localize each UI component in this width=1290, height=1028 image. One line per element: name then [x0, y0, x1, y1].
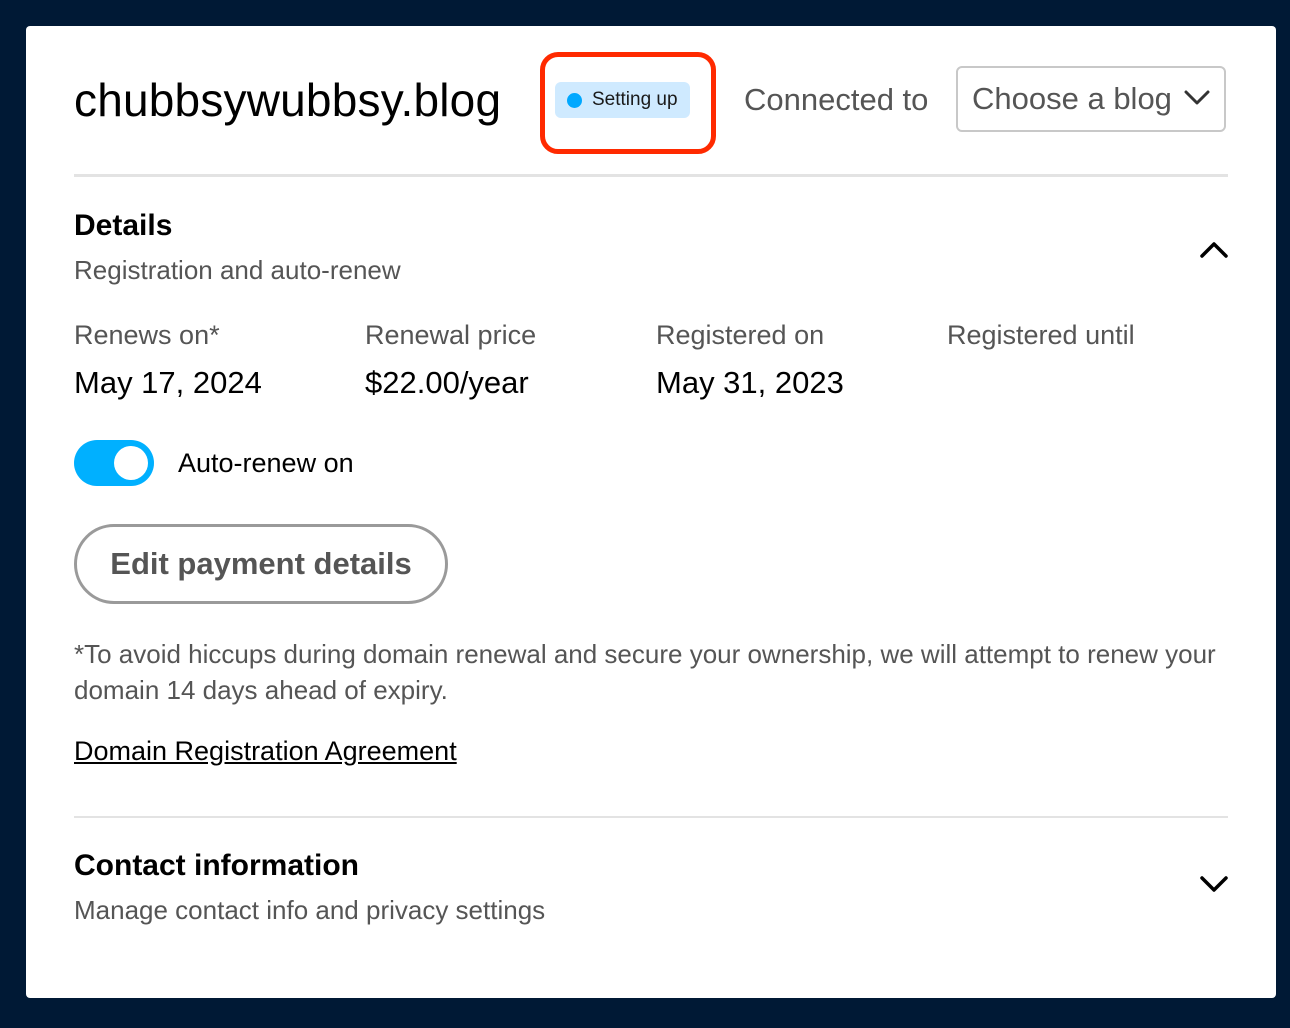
- registered-until-field: Registered until: [947, 318, 1135, 364]
- renewal-price-value: $22.00/year: [365, 365, 529, 400]
- chevron-down-icon: [1184, 90, 1210, 105]
- connected-to-label: Connected to: [744, 82, 929, 117]
- auto-renew-toggle[interactable]: [74, 440, 154, 486]
- auto-renew-row: Auto-renew on: [74, 440, 354, 486]
- registered-on-label: Registered on: [656, 320, 825, 350]
- contact-info-expand-button[interactable]: [1194, 864, 1234, 904]
- toggle-knob: [114, 446, 148, 480]
- domain-registration-agreement-link[interactable]: Domain Registration Agreement: [74, 736, 457, 767]
- header-divider: [74, 174, 1228, 177]
- renewal-price-label: Renewal price: [365, 320, 537, 350]
- contact-info-title: Contact information: [74, 849, 359, 882]
- renewal-price-field: Renewal price $22.00/year: [365, 318, 536, 402]
- domain-panel: chubbsywubbsy.blog Setting up Connected …: [26, 26, 1276, 998]
- blog-select[interactable]: Choose a blog: [956, 66, 1226, 132]
- chevron-down-icon: [1200, 876, 1228, 892]
- blog-select-value: Choose a blog: [972, 81, 1172, 116]
- auto-renew-label: Auto-renew on: [178, 447, 354, 478]
- status-dot-icon: [567, 92, 582, 108]
- status-badge-label: Setting up: [592, 89, 678, 110]
- registered-on-value: May 31, 2023: [656, 365, 844, 400]
- details-title: Details: [74, 209, 173, 242]
- registered-until-label: Registered until: [947, 320, 1135, 350]
- chevron-up-icon: [1200, 242, 1228, 258]
- domain-header: chubbsywubbsy.blog Setting up Connected …: [74, 52, 1228, 154]
- contact-info-subtitle: Manage contact info and privacy settings: [74, 895, 546, 925]
- renews-on-field: Renews on* May 17, 2024: [74, 318, 262, 402]
- details-collapse-button[interactable]: [1194, 230, 1234, 270]
- details-subtitle: Registration and auto-renew: [74, 255, 401, 285]
- renewal-footnote: *To avoid hiccups during domain renewal …: [74, 639, 1216, 705]
- domain-title: chubbsywubbsy.blog: [74, 74, 502, 126]
- renews-on-value: May 17, 2024: [74, 365, 262, 400]
- section-divider: [74, 816, 1228, 818]
- status-badge: Setting up: [555, 82, 690, 118]
- registered-on-field: Registered on May 31, 2023: [656, 318, 844, 402]
- renews-on-label: Renews on*: [74, 320, 220, 350]
- edit-payment-details-button[interactable]: Edit payment details: [74, 524, 448, 604]
